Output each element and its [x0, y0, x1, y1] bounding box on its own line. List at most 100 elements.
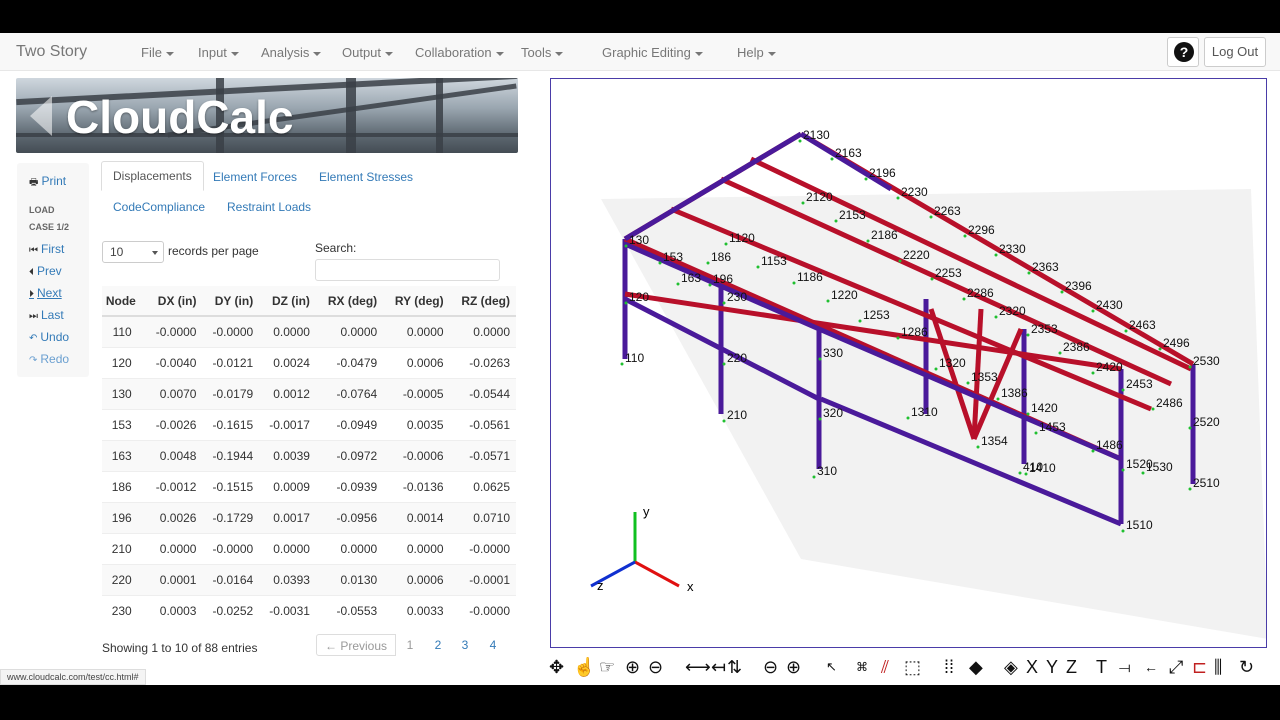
tab-element-forces[interactable]: Element Forces [213, 170, 297, 184]
node-label[interactable]: 330 [823, 346, 843, 360]
node-label[interactable]: 1410 [1029, 461, 1056, 475]
node-marker[interactable] [676, 282, 680, 286]
node-marker[interactable] [1124, 329, 1128, 333]
measure-icon[interactable]: ⫽ [881, 655, 889, 679]
node-label[interactable]: 2420 [1096, 360, 1123, 374]
node-marker[interactable] [812, 475, 816, 479]
node-marker[interactable] [966, 381, 970, 385]
node-marker[interactable] [1091, 449, 1095, 453]
node-label[interactable]: 1120 [729, 231, 755, 245]
node-marker[interactable] [1158, 347, 1162, 351]
node-marker[interactable] [722, 419, 726, 423]
node-label[interactable]: 163 [681, 271, 701, 285]
next-button[interactable]: ⏵ Next [29, 286, 62, 300]
table-row[interactable]: 230 0.0003 -0.0252 -0.0031 -0.0553 0.0033 -0.0… [102, 594, 516, 626]
node-marker[interactable] [930, 277, 934, 281]
remove-icon[interactable]: ⊖ [648, 655, 663, 679]
table-row[interactable]: 210 0.0000 -0.0000 0.0000 0.0000 0.0000 -0.000… [102, 532, 516, 564]
node-label[interactable]: 210 [727, 408, 747, 422]
menu-tools[interactable]: Tools [521, 45, 564, 60]
node-marker[interactable] [1060, 290, 1064, 294]
node-label[interactable]: 2296 [968, 223, 995, 237]
table-row[interactable]: 163 0.0048 -0.1944 0.0039 -0.0972 -0.0006 -0.0… [102, 439, 516, 471]
node-label[interactable]: 2396 [1065, 279, 1092, 293]
table-row[interactable]: 196 0.0026 -0.1729 0.0017 -0.0956 0.0014 0.071… [102, 501, 516, 533]
node-label[interactable]: 1320 [939, 356, 966, 370]
node-marker[interactable] [756, 265, 760, 269]
move-vertical-icon[interactable]: ⇅ [727, 655, 742, 679]
column-header[interactable]: RY (deg) [383, 286, 450, 317]
node-marker[interactable] [1018, 471, 1022, 475]
tab-element-stresses[interactable]: Element Stresses [319, 170, 413, 184]
node-marker[interactable] [898, 259, 902, 263]
model-3d-viewport[interactable]: 2130 2163 2196 2230 2263 2296 2330 2363 2396 2430… [550, 78, 1267, 648]
node-marker[interactable] [896, 196, 900, 200]
node-marker[interactable] [801, 201, 805, 205]
project-title[interactable]: Two Story [16, 43, 87, 61]
node-marker[interactable] [1188, 365, 1192, 369]
ruler-icon[interactable]: ⟞ [1119, 655, 1131, 679]
node-marker[interactable] [1121, 468, 1125, 472]
node-marker[interactable] [1121, 529, 1125, 533]
node-label[interactable]: 2353 [1031, 322, 1058, 336]
node-marker[interactable] [834, 219, 838, 223]
page-3-button[interactable]: 3 [453, 634, 477, 656]
node-marker[interactable] [724, 242, 728, 246]
refresh-icon[interactable]: ↻ [1239, 655, 1254, 679]
node-label[interactable]: 1186 [797, 270, 823, 284]
node-label[interactable]: 320 [823, 406, 843, 420]
node-marker[interactable] [1024, 472, 1028, 476]
node-label[interactable]: 196 [713, 272, 733, 286]
split-icon[interactable]: ⫼ [1214, 655, 1222, 679]
table-row[interactable]: 220 0.0001 -0.0164 0.0393 0.0130 0.0006 -0.000… [102, 563, 516, 595]
zoom-in-icon[interactable]: ⊕ [786, 655, 801, 679]
menu-input[interactable]: Input [198, 45, 239, 60]
scale-icon[interactable]: ⤢ [1169, 655, 1183, 679]
node-label[interactable]: 130 [629, 233, 649, 247]
move-left-icon[interactable]: ↤ [711, 655, 726, 679]
node-marker[interactable] [906, 416, 910, 420]
node-marker[interactable] [620, 362, 624, 366]
node-marker[interactable] [798, 139, 802, 143]
menu-help[interactable]: Help [737, 45, 776, 60]
node-label[interactable]: 1253 [863, 308, 890, 322]
node-marker[interactable] [1091, 309, 1095, 313]
add-icon[interactable]: ⊕ [625, 655, 640, 679]
node-label[interactable]: 153 [663, 250, 683, 264]
node-marker[interactable] [934, 367, 938, 371]
node-label[interactable]: 1486 [1096, 438, 1123, 452]
node-label[interactable]: 2163 [835, 146, 862, 160]
page-2-button[interactable]: 2 [426, 634, 450, 656]
undo-button[interactable]: ↶ Undo [29, 330, 69, 344]
move-horizontal-icon[interactable]: ⟷ [685, 655, 711, 679]
node-marker[interactable] [963, 234, 967, 238]
node-marker[interactable] [1058, 351, 1062, 355]
node-marker[interactable] [818, 357, 822, 361]
print-button[interactable]: 🖶 Print [29, 174, 66, 192]
plane-icon[interactable]: ◆ [969, 655, 983, 679]
table-row[interactable]: 130 0.0070 -0.0179 0.0012 -0.0764 -0.0005 -0.0… [102, 377, 516, 409]
box-select-icon[interactable]: ⬚ [904, 655, 921, 679]
table-row[interactable]: 110 -0.0000 -0.0000 0.0000 0.0000 0.0000 0.000… [102, 315, 516, 347]
node-label[interactable]: 1453 [1039, 420, 1066, 434]
arrow-left-icon[interactable]: ← [1144, 655, 1158, 679]
node-marker[interactable] [658, 261, 662, 265]
constraint-icon[interactable]: ⊏ [1192, 655, 1207, 679]
table-row[interactable]: 120 -0.0040 -0.0121 0.0024 -0.0479 0.0006 -0.0… [102, 346, 516, 378]
node-marker[interactable] [706, 261, 710, 265]
redo-button[interactable]: ↷ Redo [29, 352, 69, 366]
node-label[interactable]: 2486 [1156, 396, 1183, 410]
page-4-button[interactable]: 4 [481, 634, 505, 656]
node-marker[interactable] [830, 157, 834, 161]
node-marker[interactable] [1151, 407, 1155, 411]
node-marker[interactable] [722, 362, 726, 366]
node-marker[interactable] [818, 417, 822, 421]
node-marker[interactable] [722, 301, 726, 305]
first-button[interactable]: ⏮ First [29, 242, 64, 256]
node-label[interactable]: 2510 [1193, 476, 1220, 490]
node-marker[interactable] [1026, 412, 1030, 416]
node-label[interactable]: 1420 [1031, 401, 1058, 415]
node-marker[interactable] [1188, 487, 1192, 491]
node-label[interactable]: 1220 [831, 288, 858, 302]
prev-button[interactable]: ⏴ Prev [29, 264, 62, 278]
